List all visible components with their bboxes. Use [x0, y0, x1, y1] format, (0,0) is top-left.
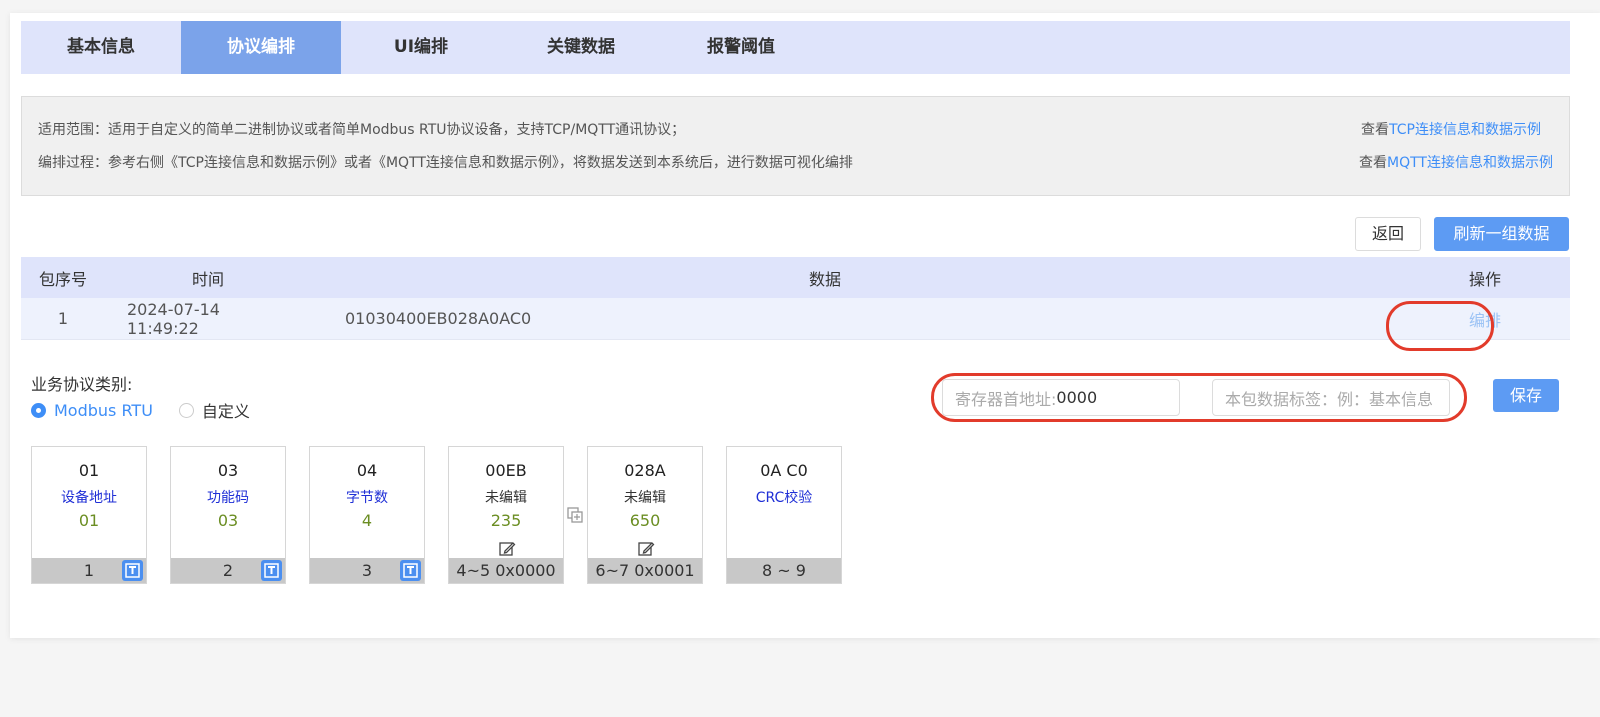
block-value: 03	[217, 511, 239, 530]
header-seq: 包序号	[38, 269, 87, 289]
tab-protocol-orchestration[interactable]: 协议编排	[181, 21, 341, 74]
text-type-icon[interactable]	[261, 560, 282, 581]
mqtt-example-line: 查看MQTT连接信息和数据示例	[1359, 152, 1553, 172]
byte-block[interactable]: 04 字节数 4 3	[309, 446, 425, 584]
protocol-category-label: 业务协议类别:	[31, 375, 133, 394]
tab-ui-orchestration[interactable]: UI编排	[341, 21, 501, 74]
byte-block[interactable]: 00EB 未编辑 235 4~5 0x0000	[448, 446, 564, 584]
block-name: 功能码	[207, 490, 249, 506]
block-range-text: 4~5 0x0000	[456, 561, 556, 580]
merge-icon[interactable]	[566, 506, 584, 524]
table-row: 1 2024-07-14 11:49:22 01030400EB028A0AC0…	[21, 298, 1570, 340]
back-button[interactable]: 返回	[1355, 217, 1421, 251]
block-range-text: 3	[361, 561, 373, 580]
radio-custom[interactable]: 自定义	[178, 398, 250, 422]
block-value: 4	[361, 511, 373, 530]
block-hex: 04	[356, 461, 378, 480]
block-name: CRC校验	[755, 490, 813, 506]
byte-block[interactable]: 01 设备地址 01 1	[31, 446, 147, 584]
row-data: 01030400EB028A0AC0	[345, 309, 532, 328]
block-range-text: 8 ~ 9	[762, 561, 806, 580]
row-time: 2024-07-14 11:49:22	[127, 299, 220, 338]
block-name: 设备地址	[61, 490, 117, 506]
block-range: 8 ~ 9	[727, 558, 841, 583]
block-value: 01	[78, 511, 100, 530]
block-hex: 0A C0	[760, 461, 808, 480]
annotation-oval	[1386, 301, 1494, 351]
tab-bar: 基本信息 协议编排 UI编排 关键数据 报警阈值	[21, 21, 1570, 74]
tab-key-data[interactable]: 关键数据	[501, 21, 661, 74]
block-range: 6~7 0x0001	[588, 558, 702, 583]
byte-block[interactable]: 0A C0 CRC校验 8 ~ 9	[726, 446, 842, 584]
tab-alarm-threshold[interactable]: 报警阈值	[661, 21, 821, 74]
info-panel: 适用范围：适用于自定义的简单二进制协议或者简单Modbus RTU协议设备，支持…	[21, 96, 1570, 196]
block-range-text: 1	[83, 561, 95, 580]
block-range: 4~5 0x0000	[449, 558, 563, 583]
radio-modbus-rtu[interactable]: Modbus RTU	[31, 401, 153, 420]
block-name: 未编辑	[485, 490, 527, 506]
block-name: 未编辑	[624, 490, 666, 506]
radio-label: 自定义	[201, 402, 250, 421]
tcp-example-line: 查看TCP连接信息和数据示例	[1361, 119, 1541, 139]
header-op: 操作	[1468, 269, 1501, 289]
block-range-text: 2	[222, 561, 234, 580]
row-seq: 1	[57, 309, 69, 328]
scope-text: 适用范围：适用于自定义的简单二进制协议或者简单Modbus RTU协议设备，支持…	[38, 122, 686, 138]
block-hex: 01	[78, 461, 100, 480]
tcp-example-link[interactable]: TCP连接信息和数据示例	[1389, 122, 1541, 138]
radio-label: Modbus RTU	[54, 400, 153, 420]
block-value: 650	[629, 511, 661, 530]
block-hex: 00EB	[485, 461, 527, 480]
protocol-radio-group: Modbus RTU 自定义	[31, 398, 276, 422]
annotation-oval	[931, 373, 1467, 422]
block-name: 字节数	[346, 490, 388, 506]
text-type-icon[interactable]	[122, 560, 143, 581]
header-data: 数据	[808, 269, 841, 289]
block-range-text: 6~7 0x0001	[595, 561, 695, 580]
text-type-icon[interactable]	[400, 560, 421, 581]
view-prefix: 查看	[1359, 155, 1388, 171]
view-prefix: 查看	[1361, 122, 1390, 138]
header-time: 时间	[191, 269, 224, 289]
edit-icon[interactable]	[637, 540, 655, 558]
packet-table: 包序号 时间 数据 操作 1 2024-07-14 11:49:22 01030…	[21, 257, 1570, 340]
byte-block[interactable]: 03 功能码 03 2	[170, 446, 286, 584]
edit-icon[interactable]	[498, 540, 516, 558]
refresh-data-button[interactable]: 刷新一组数据	[1434, 217, 1569, 251]
byte-block[interactable]: 028A 未编辑 650 6~7 0x0001	[587, 446, 703, 584]
table-header: 包序号 时间 数据 操作	[21, 257, 1570, 298]
tab-basic-info[interactable]: 基本信息	[21, 21, 181, 74]
block-value: 235	[490, 511, 522, 530]
block-hex: 028A	[624, 461, 666, 480]
block-hex: 03	[217, 461, 239, 480]
mqtt-example-link[interactable]: MQTT连接信息和数据示例	[1387, 155, 1553, 171]
save-button[interactable]: 保存	[1493, 379, 1559, 412]
process-text: 编排过程：参考右侧《TCP连接信息和数据示例》或者《MQTT连接信息和数据示例》…	[38, 155, 853, 171]
radio-unchecked-icon	[178, 402, 194, 418]
radio-checked-icon	[31, 402, 46, 418]
